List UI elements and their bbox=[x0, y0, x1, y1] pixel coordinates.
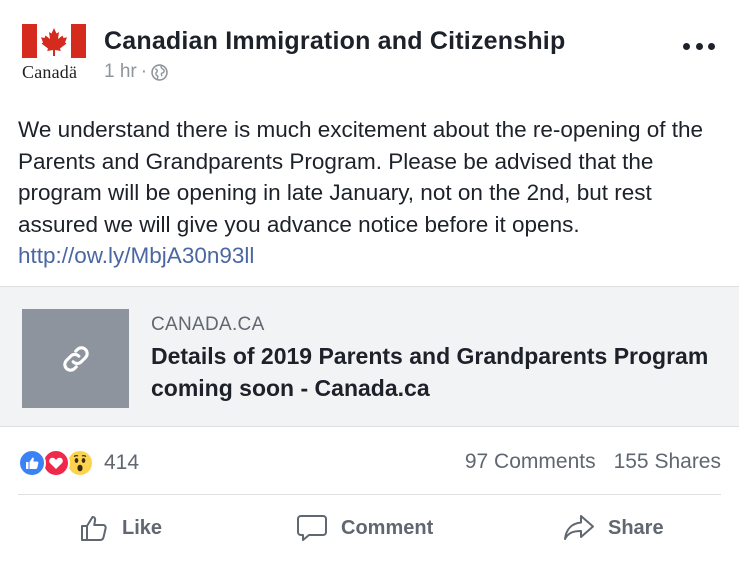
canada-wordmark: Canadä bbox=[22, 62, 78, 82]
globe-icon[interactable] bbox=[151, 63, 168, 81]
like-button-label: Like bbox=[122, 516, 163, 539]
share-arrow-icon bbox=[564, 515, 594, 540]
preview-domain: CANADA.CA bbox=[151, 314, 265, 335]
post-actions: Like Comment Share bbox=[0, 506, 739, 550]
love-reaction-icon bbox=[42, 449, 70, 477]
post-message-link[interactable]: http://ow.ly/MbjA30n93ll bbox=[18, 243, 254, 268]
comments-count-link[interactable]: 97 Comments bbox=[465, 450, 596, 474]
link-preview-card[interactable]: CANADA.CA Details of 2019 Parents and Gr… bbox=[0, 286, 739, 427]
share-button[interactable]: Share bbox=[562, 506, 664, 550]
preview-title[interactable]: Details of 2019 Parents and Grandparents… bbox=[151, 340, 721, 404]
preview-thumbnail bbox=[22, 309, 129, 408]
link-icon bbox=[62, 345, 89, 372]
post-meta: 1 hr · bbox=[104, 60, 168, 84]
post-message-text: We understand there is much excitement a… bbox=[18, 117, 703, 237]
comment-button[interactable]: Comment bbox=[295, 506, 433, 550]
post-message: We understand there is much excitement a… bbox=[18, 114, 718, 272]
thumbs-up-icon bbox=[81, 516, 107, 541]
page-avatar[interactable]: Canadä bbox=[18, 20, 96, 84]
facebook-post: Canadä Canadian Immigration and Citizens… bbox=[0, 0, 739, 567]
like-button[interactable]: Like bbox=[78, 506, 162, 550]
meta-separator: · bbox=[140, 61, 148, 82]
reaction-count: 414 bbox=[104, 451, 140, 474]
more-dot bbox=[695, 42, 703, 50]
share-button-label: Share bbox=[608, 516, 664, 539]
divider bbox=[18, 494, 721, 495]
shares-count-link[interactable]: 155 Shares bbox=[614, 450, 721, 474]
comment-button-label: Comment bbox=[341, 516, 434, 539]
more-options-icon[interactable] bbox=[683, 36, 715, 56]
engagement-counts: 97 Comments 155 Shares bbox=[465, 450, 721, 474]
more-dot bbox=[708, 42, 715, 50]
comment-bubble-icon bbox=[297, 515, 327, 541]
like-reaction-icon bbox=[18, 449, 46, 477]
more-dot bbox=[683, 42, 690, 50]
page-name-link[interactable]: Canadian Immigration and Citizenship bbox=[104, 27, 565, 56]
wow-reaction-icon bbox=[66, 449, 94, 477]
reactions-summary[interactable]: 414 bbox=[18, 448, 139, 478]
canada-flag-icon bbox=[22, 24, 86, 58]
timestamp[interactable]: 1 hr bbox=[104, 61, 137, 83]
